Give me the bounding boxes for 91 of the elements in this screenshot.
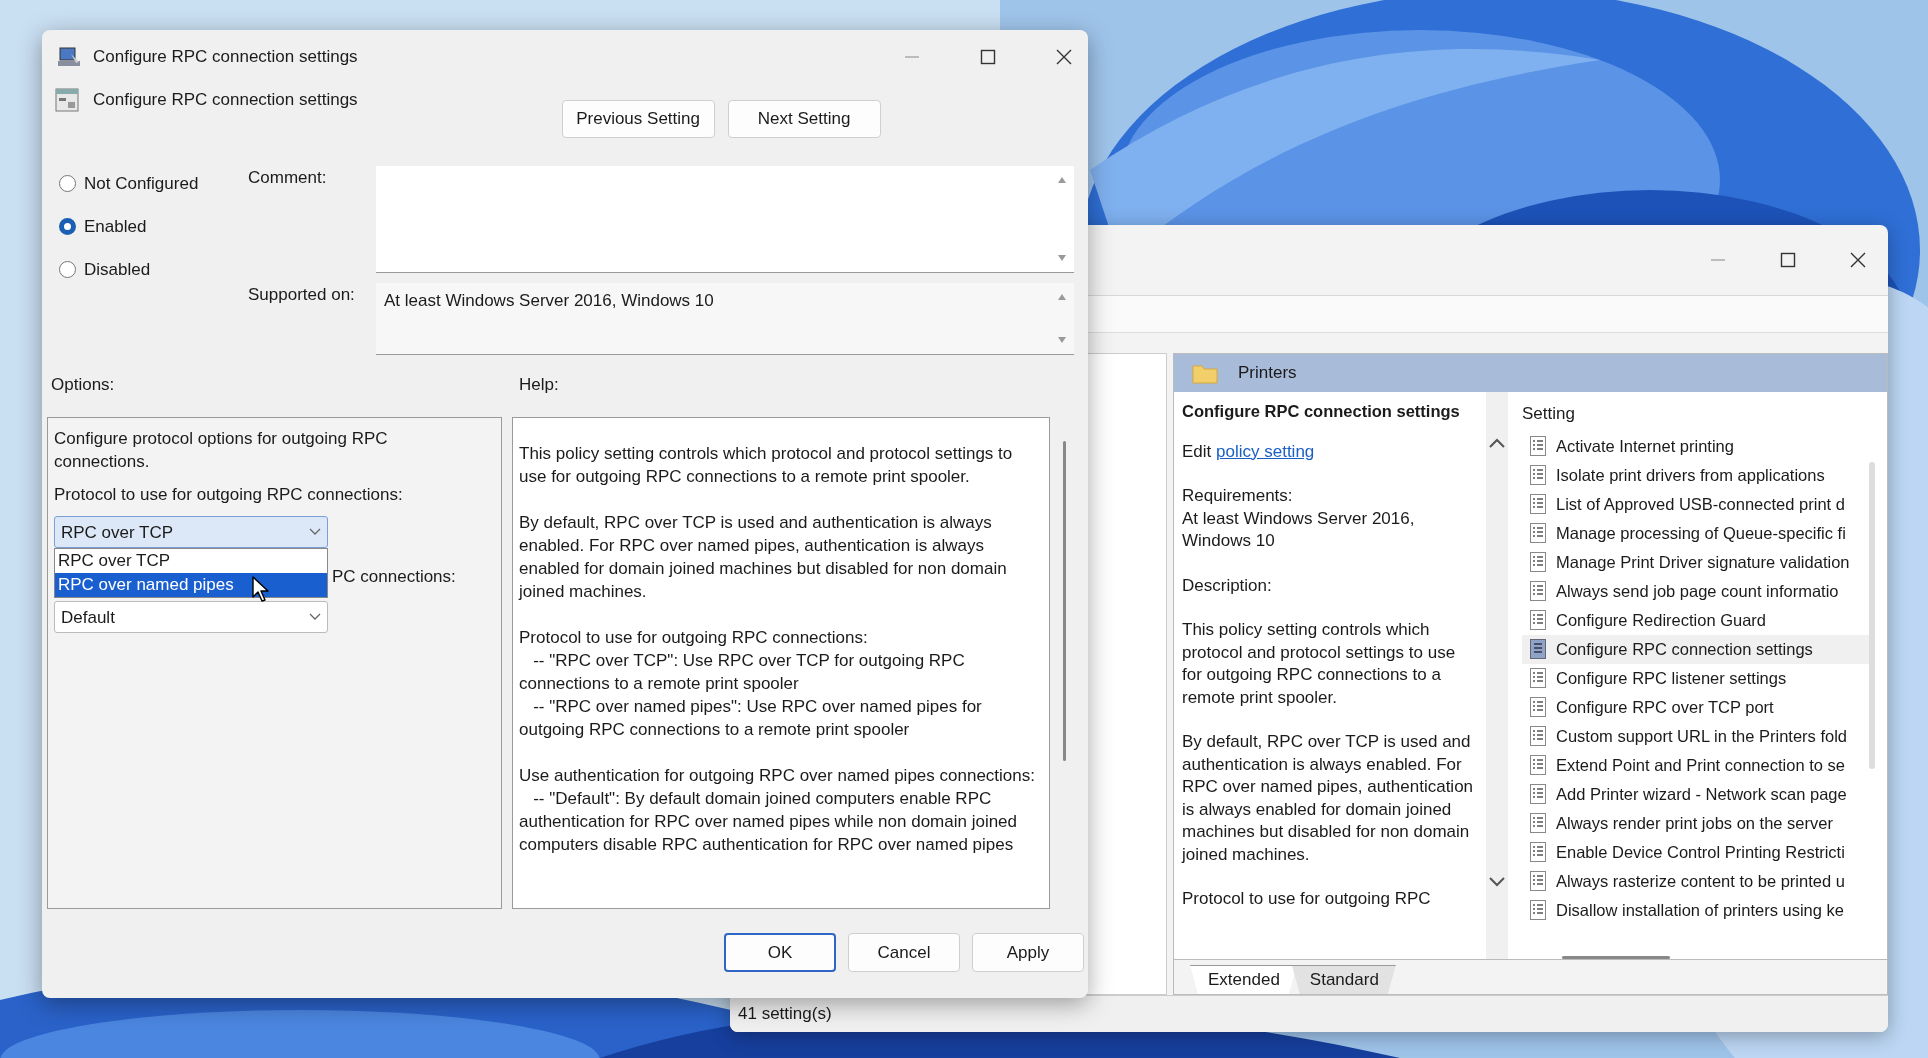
policy-icon [1530,552,1546,573]
help-text: By default, RPC over TCP is used and authentication is always enabled. For RPC over named pipes, authentication is always enabled for domain joined machines but disabled for non domain joined machines. [519,512,1008,603]
supported-on-label: Supported on: [247,284,356,306]
policy-icon [1530,813,1546,834]
policy-icon [1530,581,1546,602]
setting-row[interactable]: Extend Point and Print connection to se [1522,751,1869,780]
view-tab[interactable]: Standard [1291,965,1397,994]
policy-icon [1530,755,1546,776]
edit-label: Edit [1182,441,1212,461]
dialog-button[interactable]: Apply [972,933,1084,972]
setting-row[interactable]: Custom support URL in the Printers fold [1522,722,1869,751]
policy-icon [1530,465,1546,486]
requirements-label: Requirements: [1182,485,1294,507]
computer-icon [57,46,81,68]
chevron-down-icon [309,528,321,536]
scrollbar-thumb[interactable] [1063,441,1066,761]
authentication-dropdown[interactable]: Default [54,601,328,633]
policy-icon [1530,726,1546,747]
radio-button[interactable] [59,261,76,278]
description-text: Protocol to use for outgoing RPC [1182,888,1432,910]
setting-row[interactable]: Isolate print drivers from applications [1522,461,1869,490]
setting-heading: Configure RPC connection settings [93,90,358,110]
scrollbar-thumb[interactable] [1562,956,1670,959]
maximize-icon[interactable] [1780,252,1796,268]
window-title: Configure RPC connection settings [93,47,358,67]
settings-page-icon [55,88,79,112]
radio-option[interactable]: Not Configured [59,172,244,195]
radio-button[interactable] [59,218,76,235]
policy-icon [1530,639,1546,660]
nav-button[interactable]: Previous Setting [561,100,715,138]
pane-title: Printers [1238,363,1297,383]
folder-icon [1192,362,1218,384]
close-icon[interactable] [1056,49,1072,65]
scroll-down-icon[interactable] [1487,875,1507,889]
policy-icon [1530,668,1546,689]
close-icon[interactable] [1850,252,1866,268]
policy-icon [1530,842,1546,863]
dropdown-option[interactable]: RPC over named pipes [55,573,327,597]
setting-row[interactable]: Always render print jobs on the server [1522,809,1869,838]
setting-row[interactable]: Manage Print Driver signature validation [1522,548,1869,577]
policy-icon [1530,697,1546,718]
setting-row[interactable]: Enable Device Control Printing Restricti [1522,838,1869,867]
policy-icon [1530,610,1546,631]
setting-row[interactable]: Configure Redirection Guard [1522,606,1869,635]
supported-on-text: At least Windows Server 2016, Windows 10 [383,290,714,312]
policy-icon [1530,436,1546,457]
help-text: This policy setting controls which protocol and protocol settings to use for outgoing RPC connections to a remote print spooler. [519,443,1014,488]
requirements-text: At least Windows Server 2016, Windows 10 [1182,507,1416,552]
setting-row[interactable]: Add Printer wizard - Network scan page [1522,780,1869,809]
comment-label: Comment: [247,167,328,189]
radio-option[interactable]: Disabled [59,258,244,281]
scroll-up-icon[interactable] [1487,436,1507,450]
dropdown-option[interactable]: RPC over TCP [55,549,327,573]
scrollbar-track[interactable] [1869,462,1875,769]
setting-title: Configure RPC connection settings [1182,401,1461,422]
setting-row[interactable]: Configure RPC listener settings [1522,664,1869,693]
protocol-label: Protocol to use for outgoing RPC connections: [54,484,404,506]
help-text: Use authentication for outgoing RPC over named pipes connections: -- "Default": By default domain joined computers enable RPC authentication for RPC over named pipes while non domain joined computers disable RPC authentication for RPC over named pipes [519,765,1036,856]
setting-row[interactable]: Always rasterize content to be printed u [1522,867,1869,896]
help-label: Help: [519,375,559,396]
authentication-label: PC connections: [332,566,456,588]
policy-icon [1530,523,1546,544]
radio-option[interactable]: Enabled [59,215,244,238]
setting-row[interactable]: Manage processing of Queue-specific fi [1522,519,1869,548]
status-text: 41 setting(s) [738,1004,832,1024]
setting-row[interactable]: List of Approved USB-connected print d [1522,490,1869,519]
setting-row[interactable]: Activate Internet printing [1522,432,1869,461]
policy-icon [1530,900,1546,921]
setting-row[interactable]: Disallow installation of printers using ke [1522,896,1869,925]
policy-icon [1530,784,1546,805]
policy-icon [1530,494,1546,515]
comment-field[interactable] [376,166,1074,273]
help-text: Protocol to use for outgoing RPC connections: -- "RPC over TCP": Use RPC over TCP for outgoing RPC connections to a remote print spooler -- "RPC over named pipes": Use RPC over named pipes for outgoing RPC connections to a remote print spooler [519,627,983,741]
options-description: Configure protocol options for outgoing RPC connections. [54,428,389,473]
options-label: Options: [51,375,116,396]
policy-icon [1530,871,1546,892]
setting-row[interactable]: Configure RPC connection settings [1522,635,1869,664]
protocol-dropdown[interactable]: RPC over TCP [54,516,328,548]
description-text: By default, RPC over TCP is used and authentication is always enabled. For RPC over named pipes, authentication is always enabled for domain joined machines but disabled for non domain joined machines. [1182,731,1475,866]
setting-row[interactable]: Always send job page count informatio [1522,577,1869,606]
dialog-button[interactable]: OK [724,933,836,972]
maximize-icon[interactable] [980,49,996,65]
dialog-button[interactable]: Cancel [848,933,960,972]
nav-button[interactable]: Next Setting [727,100,881,138]
description-text: This policy setting controls which protocol and protocol settings to use for outgoing RPC connections to a remote print spooler. [1182,619,1457,709]
chevron-down-icon [309,613,321,621]
column-header[interactable]: Setting [1522,392,1869,432]
radio-button[interactable] [59,175,76,192]
description-label: Description: [1182,574,1273,597]
policy-setting-link[interactable]: policy setting [1216,441,1315,461]
setting-row[interactable]: Configure RPC over TCP port [1522,693,1869,722]
